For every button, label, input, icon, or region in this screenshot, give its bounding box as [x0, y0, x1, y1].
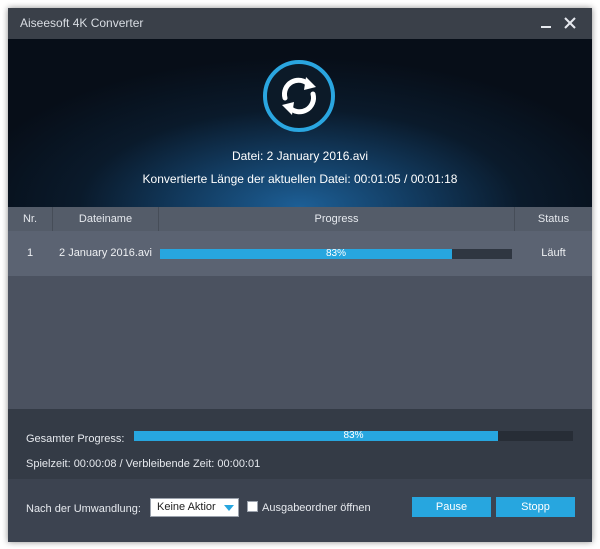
- chevron-down-icon: [224, 505, 234, 511]
- column-progress: Progress: [314, 213, 359, 225]
- row-number: 1: [26, 247, 34, 259]
- row-progress-percent: 83%: [325, 248, 346, 259]
- footer-controls: Nach der Umwandlung: Keine Aktior Ausgab…: [8, 479, 592, 542]
- conversion-hero-panel: Datei: 2 January 2016.avi Konvertierte L…: [8, 39, 592, 207]
- total-progress-percent: 83%: [343, 430, 364, 441]
- current-file-label: Datei: 2 January 2016.avi: [231, 149, 369, 163]
- column-filename: Dateiname: [78, 213, 133, 225]
- row-progress-bar: 83%: [160, 248, 512, 259]
- converter-window: Aiseesoft 4K Converter Datei: 2 January …: [8, 8, 592, 542]
- after-conversion-label: Nach der Umwandlung:: [26, 503, 141, 515]
- open-output-folder-checkbox[interactable]: [247, 501, 258, 512]
- total-progress-label: Gesamter Progress:: [26, 433, 125, 445]
- column-status: Status: [537, 213, 570, 225]
- close-button[interactable]: [560, 13, 580, 33]
- total-progress-bar: 83%: [134, 430, 573, 441]
- stop-button[interactable]: Stopp: [496, 497, 575, 517]
- column-nr: Nr.: [22, 213, 38, 225]
- close-icon: [564, 17, 576, 29]
- row-status: Läuft: [541, 247, 566, 259]
- after-conversion-value: Keine Aktior: [157, 501, 216, 513]
- table-row[interactable]: 1 2 January 2016.avi 83% Läuft: [8, 231, 592, 276]
- total-progress-panel: Gesamter Progress: 83% Spielzeit: 00:00:…: [8, 409, 592, 479]
- row-filename: 2 January 2016.avi: [59, 247, 152, 259]
- refresh-icon: [263, 60, 335, 132]
- open-output-folder-label[interactable]: Ausgabeordner öffnen: [262, 502, 371, 514]
- window-title: Aiseesoft 4K Converter: [20, 16, 144, 30]
- file-table-header: Nr. Dateiname Progress Status: [8, 207, 592, 231]
- title-bar: Aiseesoft 4K Converter: [8, 8, 592, 39]
- pause-button[interactable]: Pause: [412, 497, 491, 517]
- file-table-body: 1 2 January 2016.avi 83% Läuft: [8, 231, 592, 409]
- minimize-icon: [541, 26, 551, 28]
- time-info: Spielzeit: 00:00:08 / Verbleibende Zeit:…: [26, 458, 261, 470]
- minimize-button[interactable]: [536, 13, 556, 33]
- converted-length-label: Konvertierte Länge der aktuellen Datei: …: [142, 172, 458, 186]
- after-conversion-select[interactable]: Keine Aktior: [150, 498, 239, 517]
